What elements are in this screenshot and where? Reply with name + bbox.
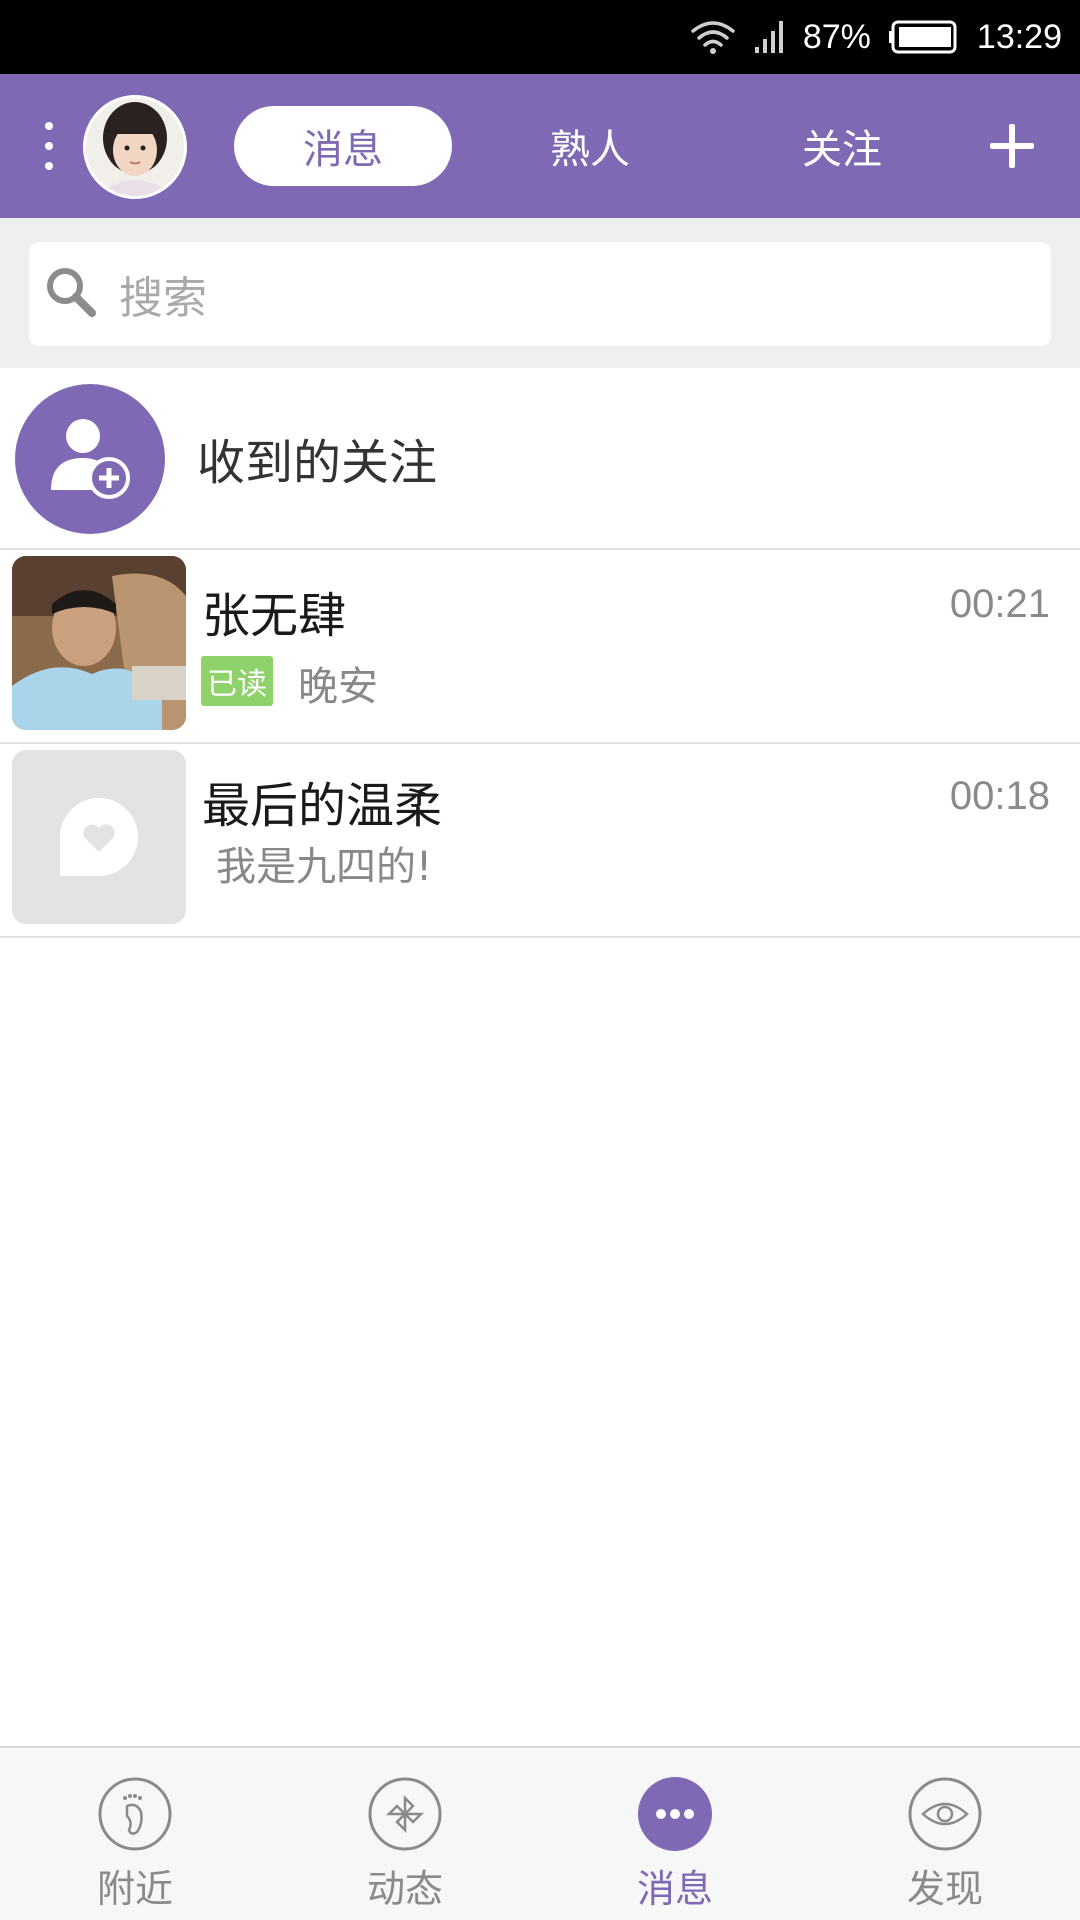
pinwheel-icon — [367, 1776, 443, 1852]
received-follows-item[interactable]: 收到的关注 — [0, 368, 1080, 550]
message-time: 00:18 — [949, 774, 1050, 818]
search-placeholder: 搜索 — [119, 273, 207, 324]
contact-avatar — [12, 556, 186, 730]
nav-messages[interactable]: 消息 — [540, 1748, 810, 1920]
signal-icon — [753, 19, 785, 55]
tab-acquaintances[interactable]: 熟人 — [510, 106, 670, 186]
status-indicators: 87% 13:29 — [691, 0, 1062, 74]
add-user-icon — [15, 384, 165, 534]
menu-dots-icon[interactable] — [34, 122, 64, 170]
message-preview: 我是九四的! — [216, 844, 433, 890]
search-area: 搜索 — [0, 218, 1080, 368]
messages-screen: 87% 13:29 消息 熟人 关注 搜索 收到的关注 张无肆 00:21 已读… — [0, 0, 1080, 1920]
bottom-navigation: 附近 动态 消息 发现 — [0, 1746, 1080, 1920]
nav-discover-label: 发现 — [906, 1867, 983, 1911]
top-header: 消息 熟人 关注 — [0, 74, 1080, 218]
default-avatar-icon — [12, 750, 186, 924]
eye-icon — [907, 1776, 983, 1852]
wifi-icon — [691, 19, 735, 55]
nav-nearby[interactable]: 附近 — [0, 1748, 270, 1920]
nav-discover[interactable]: 发现 — [810, 1748, 1080, 1920]
search-input[interactable]: 搜索 — [29, 242, 1051, 346]
status-time: 13:29 — [976, 17, 1062, 56]
conversation-item[interactable]: 张无肆 00:21 已读 晚安 — [0, 550, 1080, 744]
message-preview: 晚安 — [298, 664, 378, 710]
contact-name: 张无肆 — [202, 588, 347, 644]
read-badge: 已读 — [201, 656, 273, 706]
footprint-icon — [97, 1776, 173, 1852]
battery-icon — [888, 20, 959, 54]
tab-messages[interactable]: 消息 — [234, 106, 452, 186]
battery-percent: 87% — [802, 17, 871, 56]
contact-name: 最后的温柔 — [202, 778, 443, 834]
plus-icon[interactable] — [988, 122, 1036, 170]
nav-messages-label: 消息 — [636, 1867, 713, 1911]
status-bar: 87% 13:29 — [0, 0, 1080, 74]
profile-avatar[interactable] — [83, 95, 187, 199]
nav-nearby-label: 附近 — [96, 1867, 173, 1911]
nav-moments[interactable]: 动态 — [270, 1748, 540, 1920]
nav-moments-label: 动态 — [366, 1867, 443, 1911]
received-follows-label: 收到的关注 — [197, 435, 438, 491]
search-icon — [43, 264, 99, 324]
conversation-item[interactable]: 最后的温柔 00:18 我是九四的! — [0, 744, 1080, 938]
chat-dots-icon — [637, 1776, 713, 1852]
tab-follows[interactable]: 关注 — [762, 106, 922, 186]
message-time: 00:21 — [949, 582, 1050, 626]
